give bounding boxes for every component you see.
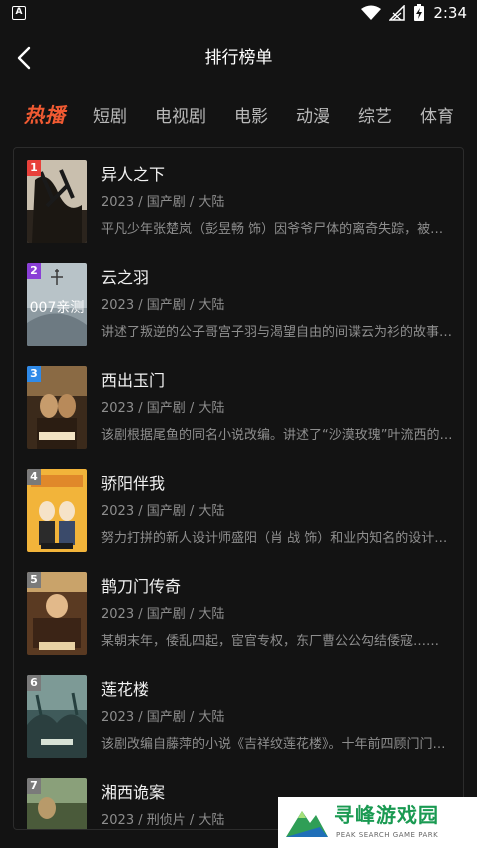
poster-image: 007亲测 2 (27, 263, 87, 346)
battery-icon (414, 4, 425, 21)
mountain-logo-icon (286, 811, 328, 837)
tab-tv-series[interactable]: 电视剧 (155, 104, 206, 130)
item-title: 骄阳伴我 (101, 474, 166, 493)
watermark-subtitle: PEAK SEARCH GAME PARK (336, 831, 439, 839)
rank-badge: 4 (27, 469, 41, 485)
wifi-icon (361, 5, 382, 20)
item-title: 湘西诡案 (101, 783, 166, 802)
watermark-banner: 寻峰游戏园 PEAK SEARCH GAME PARK (278, 797, 477, 848)
item-description: 平凡少年张楚岚（彭昱畅 饰）因爷爷尸体的离奇失踪，被卷入异人的世界…… (101, 222, 453, 237)
app-notification-icon: A (12, 6, 26, 20)
poster-image: 5 (27, 572, 87, 655)
list-item[interactable]: 6 莲花楼 2023 / 国产剧 / 大陆 该剧改编自藤萍的小说《吉祥纹莲花楼》… (14, 663, 463, 766)
item-description: 讲述了叛逆的公子哥宫子羽与渴望自由的间谍云为衫的故事…… (101, 325, 453, 340)
tab-anime[interactable]: 动漫 (296, 104, 330, 130)
item-title: 云之羽 (101, 268, 150, 287)
poster-caption: 007亲测 (29, 300, 85, 316)
item-meta: 2023 / 国产剧 / 大陆 (101, 298, 225, 313)
list-item[interactable]: 007亲测 2 云之羽 2023 / 国产剧 / 大陆 讲述了叛逆的公子哥宫子羽… (14, 251, 463, 354)
item-title: 异人之下 (101, 165, 166, 184)
item-title: 西出玉门 (101, 371, 166, 390)
status-bar: A 2:34 (0, 0, 477, 28)
status-icons: 2:34 (361, 3, 467, 23)
item-meta: 2023 / 国产剧 / 大陆 (101, 607, 225, 622)
item-meta: 2023 / 国产剧 / 大陆 (101, 710, 225, 725)
poster-image: 3 (27, 366, 87, 449)
item-meta: 2023 / 国产剧 / 大陆 (101, 504, 225, 519)
poster-image: 6 (27, 675, 87, 758)
watermark-title: 寻峰游戏园 (334, 803, 439, 827)
poster-image: 4 (27, 469, 87, 552)
item-description: 努力打拼的新人设计师盛阳（肖 战 饰）和业内知名的设计师…… (101, 531, 453, 546)
rank-badge: 2 (27, 263, 41, 279)
poster-image: 7 (27, 778, 87, 829)
status-time: 2:34 (433, 4, 467, 22)
list-item[interactable]: 3 西出玉门 2023 / 国产剧 / 大陆 该剧根据尾鱼的同名小说改编。讲述了… (14, 354, 463, 457)
item-meta: 2023 / 刑侦片 / 大陆 (101, 813, 225, 828)
poster-image: 1 (27, 160, 87, 243)
item-title: 莲花楼 (101, 680, 150, 699)
item-description: 该剧根据尾鱼的同名小说改编。讲述了“沙漠玫瑰”叶流西的故事…… (101, 428, 453, 443)
item-meta: 2023 / 国产剧 / 大陆 (101, 401, 225, 416)
item-title: 鹊刀门传奇 (101, 577, 182, 596)
item-meta: 2023 / 国产剧 / 大陆 (101, 195, 225, 210)
signal-icon (389, 5, 406, 21)
list-item[interactable]: 4 骄阳伴我 2023 / 国产剧 / 大陆 努力打拼的新人设计师盛阳（肖 战 … (14, 457, 463, 560)
tab-movies[interactable]: 电影 (234, 104, 268, 130)
category-tabs: 热播 短剧 电视剧 电影 动漫 综艺 体育 (0, 96, 477, 140)
list-item[interactable]: 5 鹊刀门传奇 2023 / 国产剧 / 大陆 某朝末年，倭乱四起，宦官专权，东… (14, 560, 463, 663)
app-header: 排行榜单 (0, 28, 477, 88)
tab-sports[interactable]: 体育 (420, 104, 454, 130)
item-description: 某朝末年，倭乱四起，宦官专权，东厂曹公公勾结倭寇…… (101, 634, 440, 649)
rank-badge: 7 (27, 778, 41, 794)
item-description: 该剧改编自藤萍的小说《吉祥纹莲花楼》。十年前四顾门门主李相夷…… (101, 737, 453, 752)
rank-badge: 5 (27, 572, 41, 588)
tab-variety[interactable]: 综艺 (358, 104, 392, 130)
tab-hot[interactable]: 热播 (24, 102, 66, 128)
rank-badge: 6 (27, 675, 41, 691)
page-title: 排行榜单 (204, 48, 273, 68)
rank-badge: 3 (27, 366, 41, 382)
list-item[interactable]: 1 异人之下 2023 / 国产剧 / 大陆 平凡少年张楚岚（彭昱畅 饰）因爷爷… (14, 148, 463, 251)
ranking-list-panel: 1 异人之下 2023 / 国产剧 / 大陆 平凡少年张楚岚（彭昱畅 饰）因爷爷… (13, 147, 464, 830)
tab-short-drama[interactable]: 短剧 (93, 104, 127, 130)
rank-badge: 1 (27, 160, 41, 176)
